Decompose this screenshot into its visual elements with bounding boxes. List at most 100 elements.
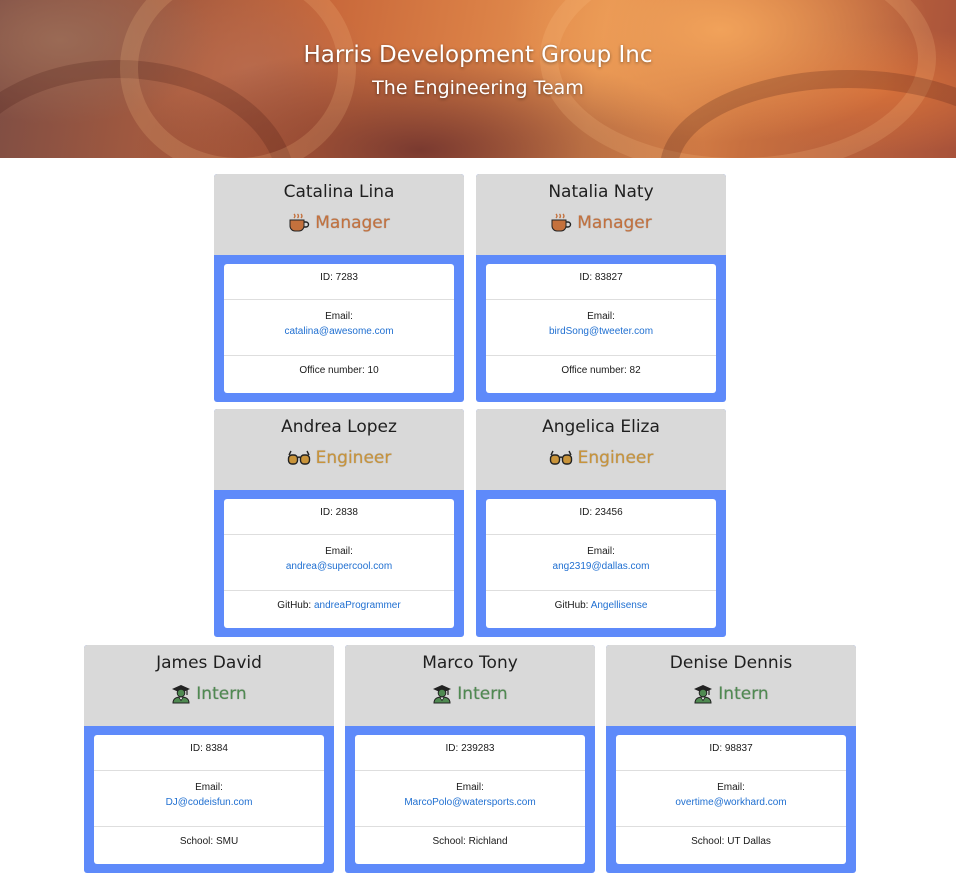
extra-label: School: SMU xyxy=(179,836,239,847)
role-label: Engineer xyxy=(577,448,654,468)
email-link[interactable]: andrea@supercool.com xyxy=(286,561,392,572)
graduate-icon xyxy=(171,684,191,704)
extra-label: Office number: 82 xyxy=(561,365,641,376)
id-row: ID: 8384 xyxy=(94,735,324,771)
email-label: Email: xyxy=(325,546,353,557)
extra-row: School: UT Dallas xyxy=(616,827,846,864)
email-link[interactable]: birdSong@tweeter.com xyxy=(549,326,653,337)
company-title: Harris Development Group Inc xyxy=(303,42,653,68)
id-row: ID: 98837 xyxy=(616,735,846,771)
email-link[interactable]: MarcoPolo@watersports.com xyxy=(404,797,535,808)
extra-label: GitHub: xyxy=(277,600,314,611)
employee-name: Andrea Lopez xyxy=(281,417,397,437)
employee-role: Intern xyxy=(84,684,334,704)
extra-label: GitHub: xyxy=(554,600,591,611)
role-label: Intern xyxy=(457,684,508,704)
id-row: ID: 23456 xyxy=(486,499,716,535)
card-details: ID: 8384 Email: DJ@codeisfun.com School: SM… xyxy=(94,735,324,864)
extra-row: School: SMU xyxy=(94,827,324,864)
role-label: Intern xyxy=(196,684,247,704)
glasses-icon xyxy=(549,449,573,467)
glasses-icon xyxy=(287,449,311,467)
extra-label: School: Richland xyxy=(432,836,508,847)
id-row: ID: 239283 xyxy=(355,735,585,771)
employee-role: Engineer xyxy=(214,448,464,468)
card-details: ID: 83827 Email: birdSong@tweeter.com Offic… xyxy=(486,264,716,393)
card-header: Marco Tony Intern xyxy=(345,645,595,726)
email-row: Email: overtime@workhard.com xyxy=(616,771,846,827)
employee-card: Catalina Lina Manager ID: 7283 Email: catali… xyxy=(214,174,464,402)
extra-row: Office number: 82 xyxy=(486,356,716,393)
coffee-icon xyxy=(550,213,572,233)
employee-name: Catalina Lina xyxy=(283,182,395,202)
card-header: Andrea Lopez Engineer xyxy=(214,409,464,490)
card-details: ID: 239283 Email: MarcoPolo@watersports.co… xyxy=(355,735,585,864)
card-header: James David Intern xyxy=(84,645,334,726)
email-label: Email: xyxy=(325,311,353,322)
coffee-icon xyxy=(288,213,310,233)
email-row: Email: MarcoPolo@watersports.com xyxy=(355,771,585,827)
employee-name: Angelica Eliza xyxy=(542,417,660,437)
email-label: Email: xyxy=(195,782,223,793)
card-details: ID: 7283 Email: catalina@awesome.com Office… xyxy=(224,264,454,393)
employee-id: ID: 7283 xyxy=(320,272,358,283)
graduate-icon xyxy=(693,684,713,704)
employee-role: Manager xyxy=(476,213,726,233)
employee-role: Intern xyxy=(606,684,856,704)
github-link[interactable]: Angellisense xyxy=(591,600,648,611)
email-row: Email: ang2319@dallas.com xyxy=(486,535,716,591)
employee-name: Denise Dennis xyxy=(669,653,793,673)
email-label: Email: xyxy=(587,546,615,557)
employee-id: ID: 239283 xyxy=(445,743,495,754)
employee-card: Angelica Eliza Engineer ID: 23456 Email: ang… xyxy=(476,409,726,637)
employee-role: Manager xyxy=(214,213,464,233)
extra-row: Office number: 10 xyxy=(224,356,454,393)
card-details: ID: 2838 Email: andrea@supercool.com GitHub… xyxy=(224,499,454,628)
email-row: Email: DJ@codeisfun.com xyxy=(94,771,324,827)
email-link[interactable]: ang2319@dallas.com xyxy=(553,561,650,572)
employee-card: Natalia Naty Manager ID: 83827 Email: birdSo… xyxy=(476,174,726,402)
extra-row: GitHub: Angellisense xyxy=(486,591,716,628)
card-header: Catalina Lina Manager xyxy=(214,174,464,255)
extra-row: School: Richland xyxy=(355,827,585,864)
role-label: Manager xyxy=(315,213,390,233)
employee-id: ID: 98837 xyxy=(709,743,753,754)
email-row: Email: andrea@supercool.com xyxy=(224,535,454,591)
id-row: ID: 83827 xyxy=(486,264,716,300)
employee-role: Engineer xyxy=(476,448,726,468)
id-row: ID: 2838 xyxy=(224,499,454,535)
employee-name: Marco Tony xyxy=(422,653,518,673)
email-label: Email: xyxy=(717,782,745,793)
employee-card: Denise Dennis Intern ID: 98837 Email: overti… xyxy=(606,645,856,873)
card-details: ID: 23456 Email: ang2319@dallas.com GitHub:… xyxy=(486,499,716,628)
card-header: Natalia Naty Manager xyxy=(476,174,726,255)
email-label: Email: xyxy=(587,311,615,322)
employee-name: James David xyxy=(156,653,262,673)
extra-row: GitHub: andreaProgrammer xyxy=(224,591,454,628)
email-link[interactable]: DJ@codeisfun.com xyxy=(166,797,253,808)
extra-label: School: UT Dallas xyxy=(691,836,771,847)
employee-id: ID: 83827 xyxy=(579,272,623,283)
graduate-icon xyxy=(432,684,452,704)
role-label: Manager xyxy=(577,213,652,233)
id-row: ID: 7283 xyxy=(224,264,454,300)
email-link[interactable]: overtime@workhard.com xyxy=(675,797,786,808)
employee-card: Marco Tony Intern ID: 239283 Email: MarcoPol… xyxy=(345,645,595,873)
employee-name: Natalia Naty xyxy=(548,182,654,202)
employee-card: James David Intern ID: 8384 Email: DJ@codeis… xyxy=(84,645,334,873)
role-label: Intern xyxy=(718,684,769,704)
email-link[interactable]: catalina@awesome.com xyxy=(284,326,393,337)
card-header: Angelica Eliza Engineer xyxy=(476,409,726,490)
employee-role: Intern xyxy=(345,684,595,704)
role-label: Engineer xyxy=(315,448,392,468)
header-banner: Harris Development Group Inc The Enginee… xyxy=(0,0,956,158)
employee-id: ID: 2838 xyxy=(320,507,358,518)
employee-card: Andrea Lopez Engineer ID: 2838 Email: andrea… xyxy=(214,409,464,637)
employee-id: ID: 8384 xyxy=(190,743,228,754)
email-label: Email: xyxy=(456,782,484,793)
github-link[interactable]: andreaProgrammer xyxy=(314,600,401,611)
email-row: Email: catalina@awesome.com xyxy=(224,300,454,356)
team-subtitle: The Engineering Team xyxy=(372,77,584,99)
card-header: Denise Dennis Intern xyxy=(606,645,856,726)
email-row: Email: birdSong@tweeter.com xyxy=(486,300,716,356)
